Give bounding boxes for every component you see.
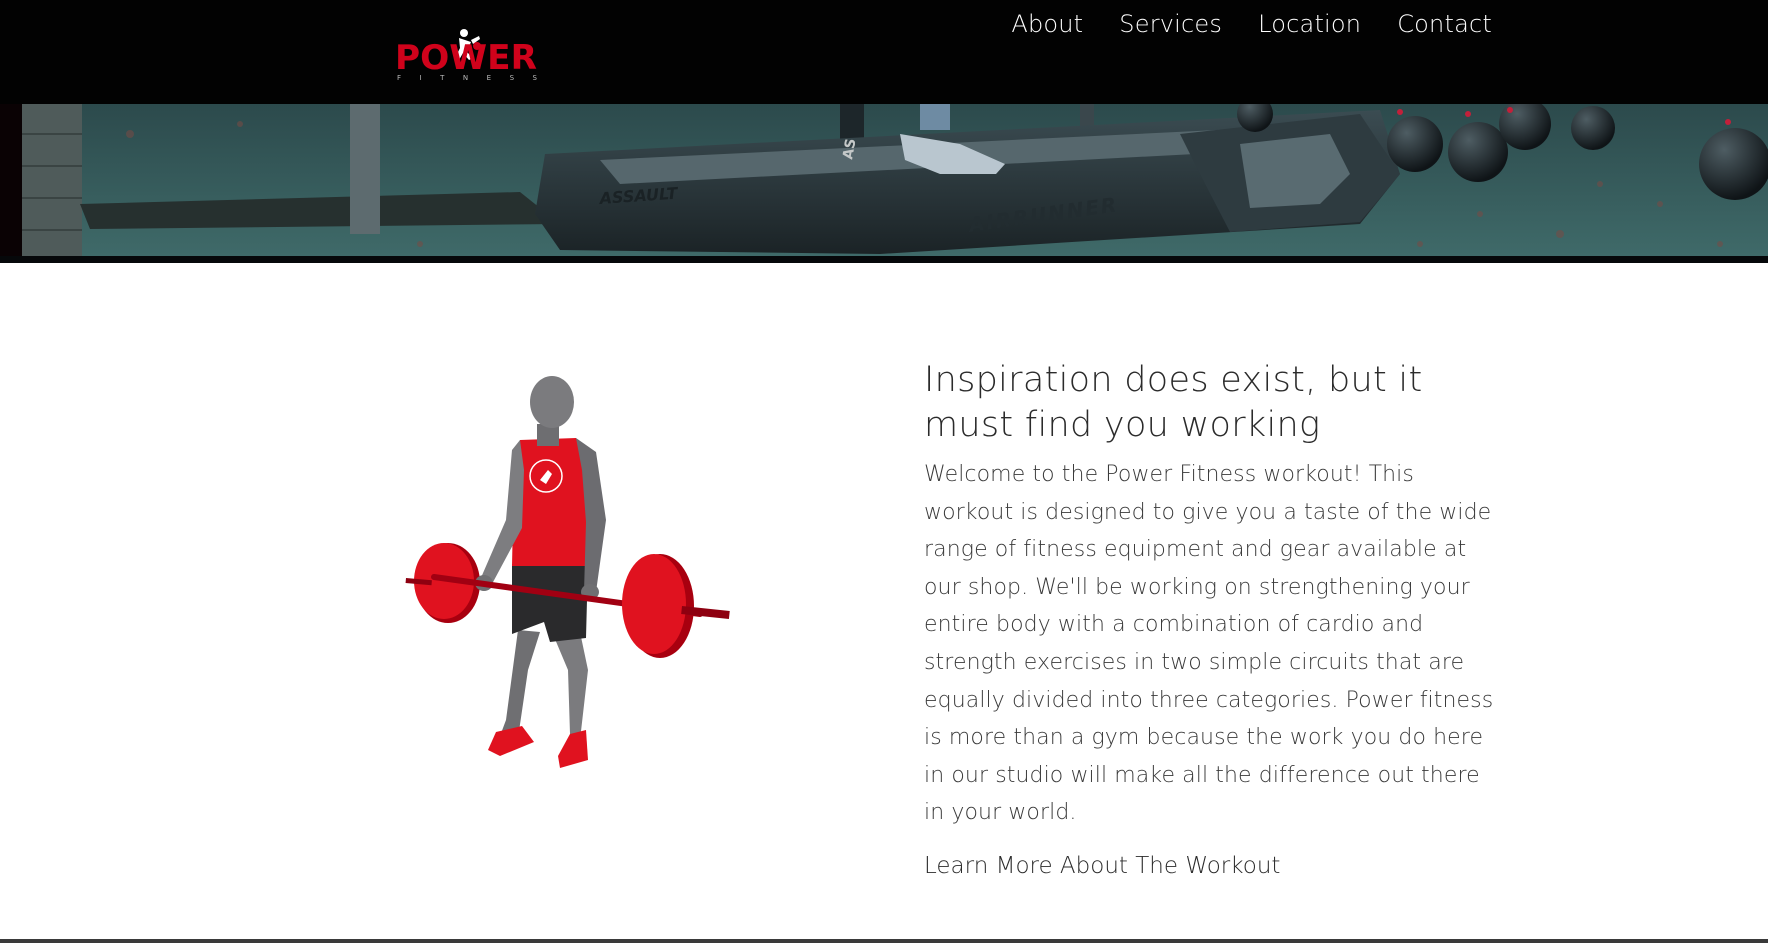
nav-contact[interactable]: Contact xyxy=(1397,8,1492,40)
hero-banner: ASSAULT AIRRUNNER AS xyxy=(0,104,1768,263)
gym-treadmill-photo: ASSAULT AIRRUNNER AS xyxy=(0,104,1768,263)
nav-location[interactable]: Location xyxy=(1258,8,1361,40)
logo-wordmark: POWER xyxy=(395,38,537,78)
page-bottom-divider xyxy=(0,939,1768,943)
power-fitness-logo[interactable]: POWER F I T N E S S xyxy=(393,26,543,82)
intro-paragraph: Welcome to the Power Fitness workout! Th… xyxy=(924,462,1494,826)
nav-services[interactable]: Services xyxy=(1119,8,1222,40)
deadlift-illustration xyxy=(400,370,740,780)
barbell-lifter-illustration xyxy=(405,376,730,768)
intro-section: Inspiration does exist, but it must find… xyxy=(924,358,1504,882)
page-headline: Inspiration does exist, but it must find… xyxy=(924,360,1423,445)
main-nav: About Services Location Contact xyxy=(1011,8,1492,40)
nav-about[interactable]: About xyxy=(1011,8,1083,40)
site-header: POWER F I T N E S S About Services Locat… xyxy=(0,0,1768,104)
learn-more-link[interactable]: Learn More About The Workout xyxy=(924,850,1504,882)
